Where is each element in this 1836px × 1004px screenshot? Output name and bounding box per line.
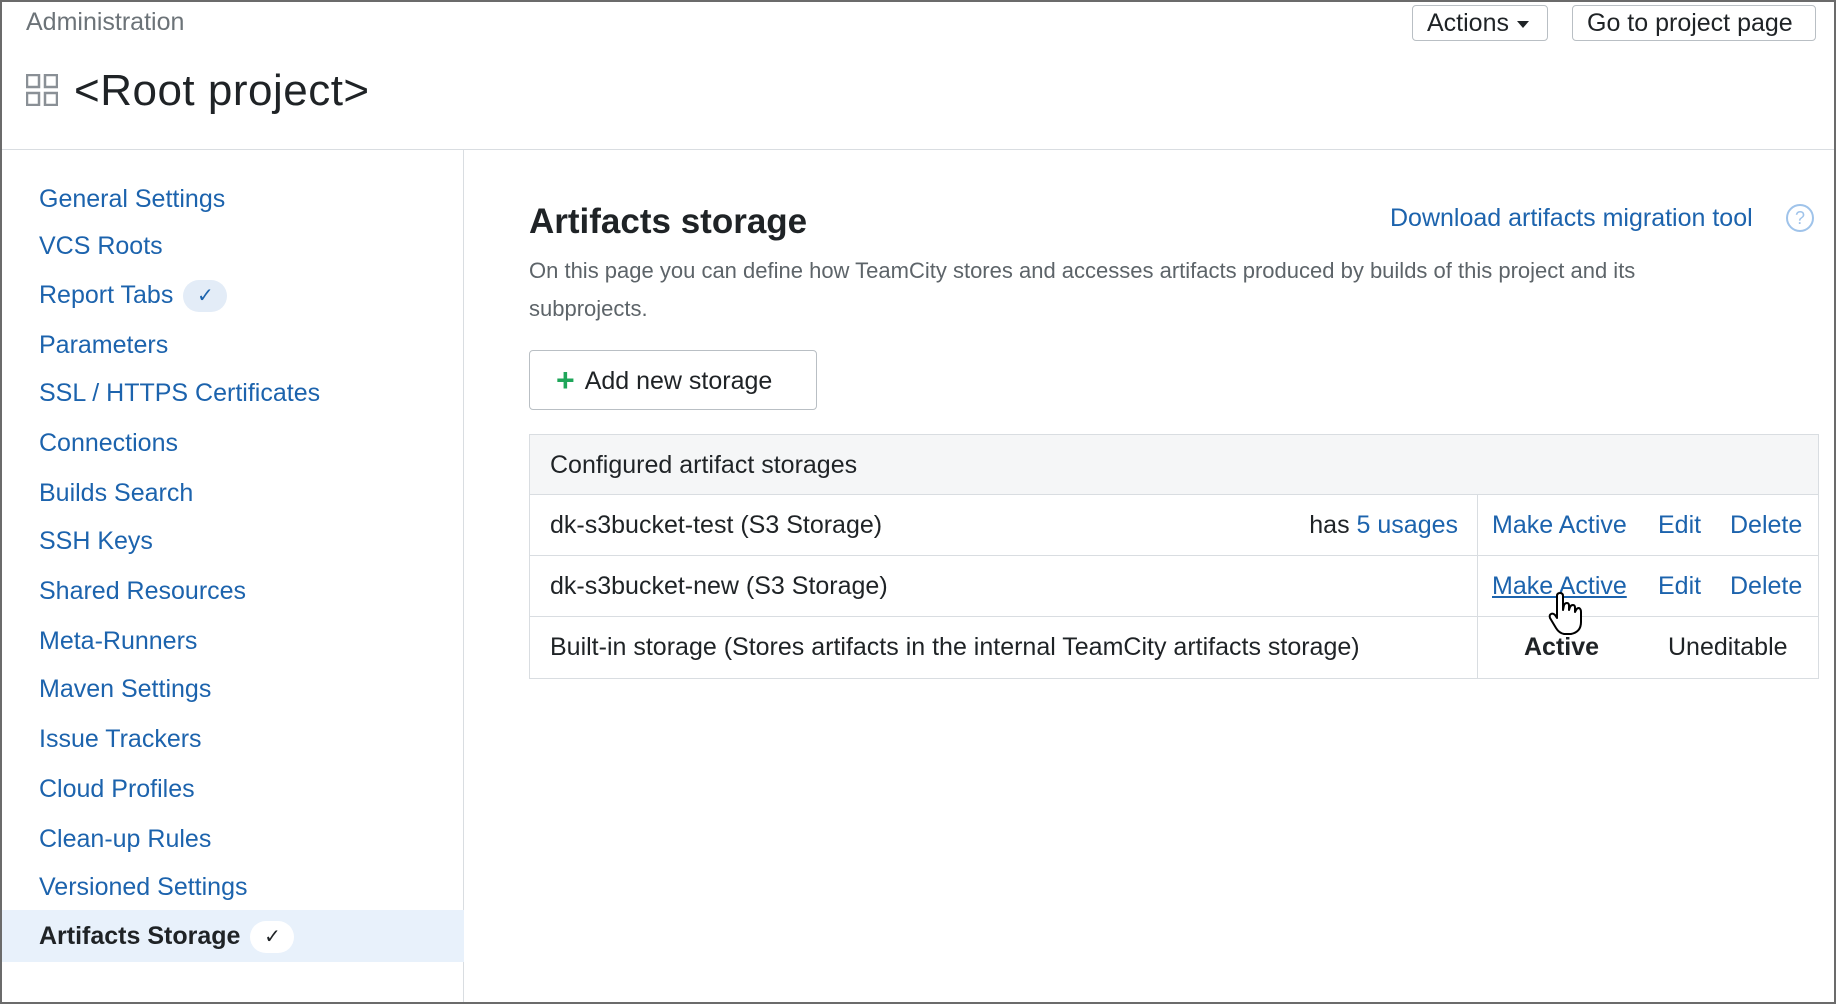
table-row: Built-in storage (Stores artifacts in th… xyxy=(530,617,1818,678)
sidebar-item-ssh-keys[interactable]: SSH Keys xyxy=(2,518,464,564)
sidebar-item-label: Connections xyxy=(39,429,178,457)
sidebar-item-shared-resources[interactable]: Shared Resources xyxy=(2,568,464,614)
row-actions: Make Active Edit Delete xyxy=(1477,495,1820,555)
make-active-link[interactable]: Make Active xyxy=(1492,495,1627,556)
table-row: dk-s3bucket-new (S3 Storage) Make Active… xyxy=(530,556,1818,617)
help-icon[interactable]: ? xyxy=(1786,204,1814,232)
teamcity-window: Administration <Root project> Actions Go… xyxy=(0,0,1836,1004)
project-grid-icon xyxy=(26,74,58,106)
storage-name: dk-s3bucket-test (S3 Storage) xyxy=(550,511,883,539)
sidebar-item-vcs-roots[interactable]: VCS Roots xyxy=(2,223,464,269)
usage-count: has 5 usages xyxy=(1309,495,1458,556)
sidebar-item-report-tabs[interactable]: Report Tabs ✓ xyxy=(2,272,464,318)
add-new-storage-label: Add new storage xyxy=(584,367,773,395)
sidebar-item-label: General Settings xyxy=(39,185,226,213)
delete-link[interactable]: Delete xyxy=(1730,556,1802,617)
sidebar-item-label: Maven Settings xyxy=(39,675,212,703)
sidebar-item-clean-up-rules[interactable]: Clean-up Rules xyxy=(2,816,464,862)
sidebar-item-label: Parameters xyxy=(39,331,169,359)
sidebar-item-issue-trackers[interactable]: Issue Trackers xyxy=(2,716,464,762)
main-content: Artifacts storage Download artifacts mig… xyxy=(464,150,1834,1002)
section-heading: Artifacts storage xyxy=(529,202,808,241)
breadcrumb[interactable]: Administration xyxy=(26,8,184,37)
sidebar-item-label: Clean-up Rules xyxy=(39,825,212,853)
page-title: <Root project> xyxy=(74,66,370,115)
sidebar-item-label: Builds Search xyxy=(39,479,194,507)
sidebar-item-connections[interactable]: Connections xyxy=(2,420,464,466)
sidebar-item-cloud-profiles[interactable]: Cloud Profiles xyxy=(2,766,464,812)
hand-pointer-cursor-icon xyxy=(1548,592,1582,635)
actions-label: Actions xyxy=(1427,9,1509,37)
storage-name: dk-s3bucket-new (S3 Storage) xyxy=(550,572,888,600)
table-header: Configured artifact storages xyxy=(530,435,1818,495)
edit-link[interactable]: Edit xyxy=(1658,556,1701,617)
sidebar-item-meta-runners[interactable]: Meta-Runners xyxy=(2,618,464,664)
download-migration-tool-link[interactable]: Download artifacts migration tool xyxy=(1390,204,1753,233)
page-description: On this page you can define how TeamCity… xyxy=(529,258,1636,321)
edit-link[interactable]: Edit xyxy=(1658,495,1701,556)
sidebar-item-builds-search[interactable]: Builds Search xyxy=(2,470,464,516)
sidebar-item-label: Meta-Runners xyxy=(39,627,198,655)
sidebar-item-label: SSH Keys xyxy=(39,527,153,555)
row-actions: Make Active Edit Delete xyxy=(1477,556,1820,616)
page-header: Administration <Root project> Actions Go… xyxy=(2,2,1834,150)
sidebar-item-parameters[interactable]: Parameters xyxy=(2,322,464,368)
sidebar-item-label: SSL / HTTPS Certificates xyxy=(39,379,321,407)
sidebar-item-label: VCS Roots xyxy=(39,232,163,260)
uneditable-label: Uneditable xyxy=(1668,633,1788,661)
sidebar-item-label: Artifacts Storage xyxy=(39,922,241,950)
sidebar-item-label: Issue Trackers xyxy=(39,725,202,753)
add-new-storage-button[interactable]: + Add new storage xyxy=(529,350,817,410)
settings-sidebar: General Settings VCS Roots Report Tabs ✓ … xyxy=(2,150,464,1002)
sidebar-item-general-settings[interactable]: General Settings xyxy=(2,176,464,222)
sidebar-item-label: Versioned Settings xyxy=(39,873,248,901)
row-actions: Active Uneditable xyxy=(1477,617,1820,678)
delete-link[interactable]: Delete xyxy=(1730,495,1802,556)
usages-link[interactable]: 5 usages xyxy=(1357,511,1458,539)
sidebar-item-maven-settings[interactable]: Maven Settings xyxy=(2,666,464,712)
table-row: dk-s3bucket-test (S3 Storage) has 5 usag… xyxy=(530,495,1818,556)
sidebar-item-ssl-certificates[interactable]: SSL / HTTPS Certificates xyxy=(2,370,464,416)
sidebar-item-label: Cloud Profiles xyxy=(39,775,195,803)
sidebar-item-versioned-settings[interactable]: Versioned Settings xyxy=(2,864,464,910)
artifact-storages-table: Configured artifact storages dk-s3bucket… xyxy=(529,434,1819,679)
check-icon: ✓ xyxy=(183,280,228,313)
sidebar-item-artifacts-storage[interactable]: Artifacts Storage ✓ xyxy=(2,910,464,962)
storage-name: Built-in storage (Stores artifacts in th… xyxy=(550,633,1360,661)
check-icon: ✓ xyxy=(250,921,295,954)
sidebar-item-label: Report Tabs xyxy=(39,281,174,309)
plus-icon: + xyxy=(556,362,575,398)
usage-prefix: has xyxy=(1309,511,1357,539)
go-to-project-page-button[interactable]: Go to project page xyxy=(1572,5,1816,41)
actions-dropdown-button[interactable]: Actions xyxy=(1412,5,1548,41)
caret-down-icon xyxy=(1516,20,1529,28)
sidebar-item-label: Shared Resources xyxy=(39,577,247,605)
